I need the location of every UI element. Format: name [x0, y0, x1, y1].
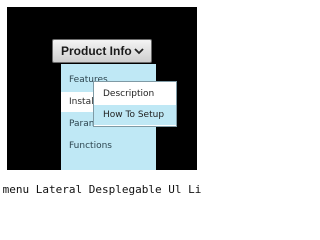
submenu-item-functions[interactable]: Functions: [61, 136, 156, 156]
chevron-down-icon: [134, 48, 144, 55]
flyout-submenu: Description How To Setup: [93, 81, 177, 127]
product-info-menu-button[interactable]: Product Info: [52, 39, 152, 63]
caption-text: menu Lateral Desplegable Ul Li: [2, 183, 202, 196]
menu-button-label: Product Info: [61, 44, 132, 58]
flyout-item-how-to-setup[interactable]: How To Setup: [94, 105, 176, 125]
menu-demo-stage: Product Info Features Installation Param…: [7, 7, 197, 170]
flyout-item-description[interactable]: Description: [94, 84, 176, 104]
